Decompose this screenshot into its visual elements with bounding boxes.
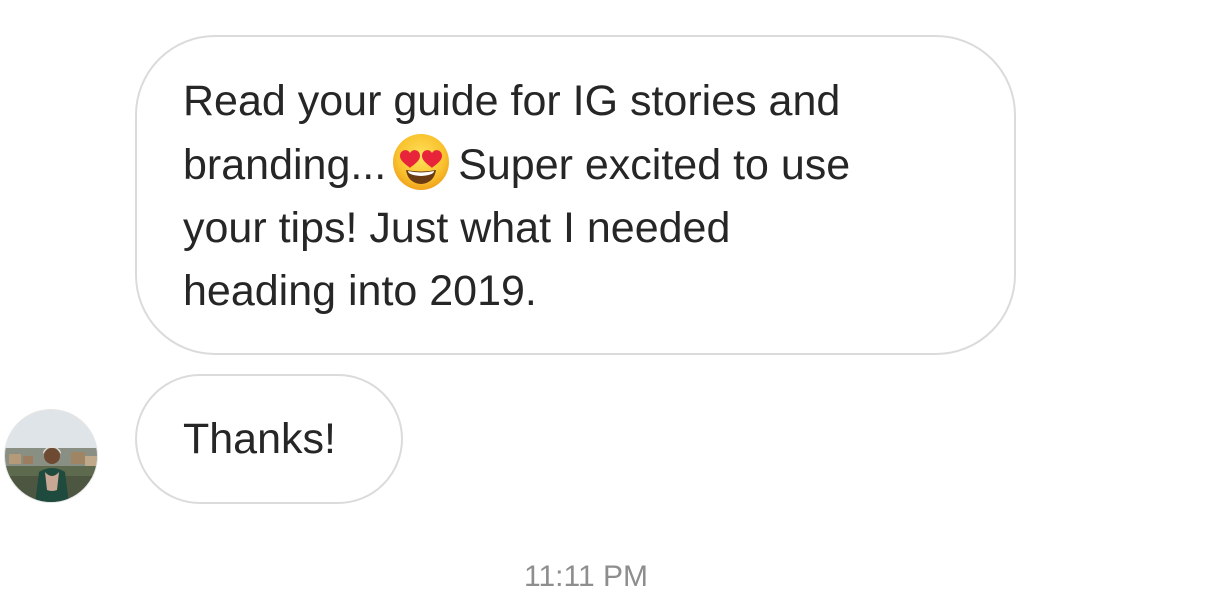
message-text: branding...	[183, 141, 387, 189]
message-line: heading into 2019.	[183, 267, 537, 315]
message-line: your tips! Just what I needed	[183, 204, 731, 252]
message-line: branding... Super excited to use	[183, 133, 968, 197]
message-thread: Read your guide for IG stories and brand…	[0, 0, 1208, 609]
message-timestamp: 11:11 PM	[524, 560, 648, 593]
message-bubble[interactable]: Read your guide for IG stories and brand…	[135, 35, 1016, 355]
heart-eyes-emoji-icon	[392, 133, 450, 191]
message-text: Super excited to use	[458, 141, 851, 189]
avatar[interactable]	[4, 409, 98, 503]
message-line: Thanks!	[183, 415, 336, 463]
message-bubble[interactable]: Thanks!	[135, 374, 403, 504]
avatar-photo-icon	[5, 410, 97, 502]
message-line: Read your guide for IG stories and	[183, 77, 841, 125]
